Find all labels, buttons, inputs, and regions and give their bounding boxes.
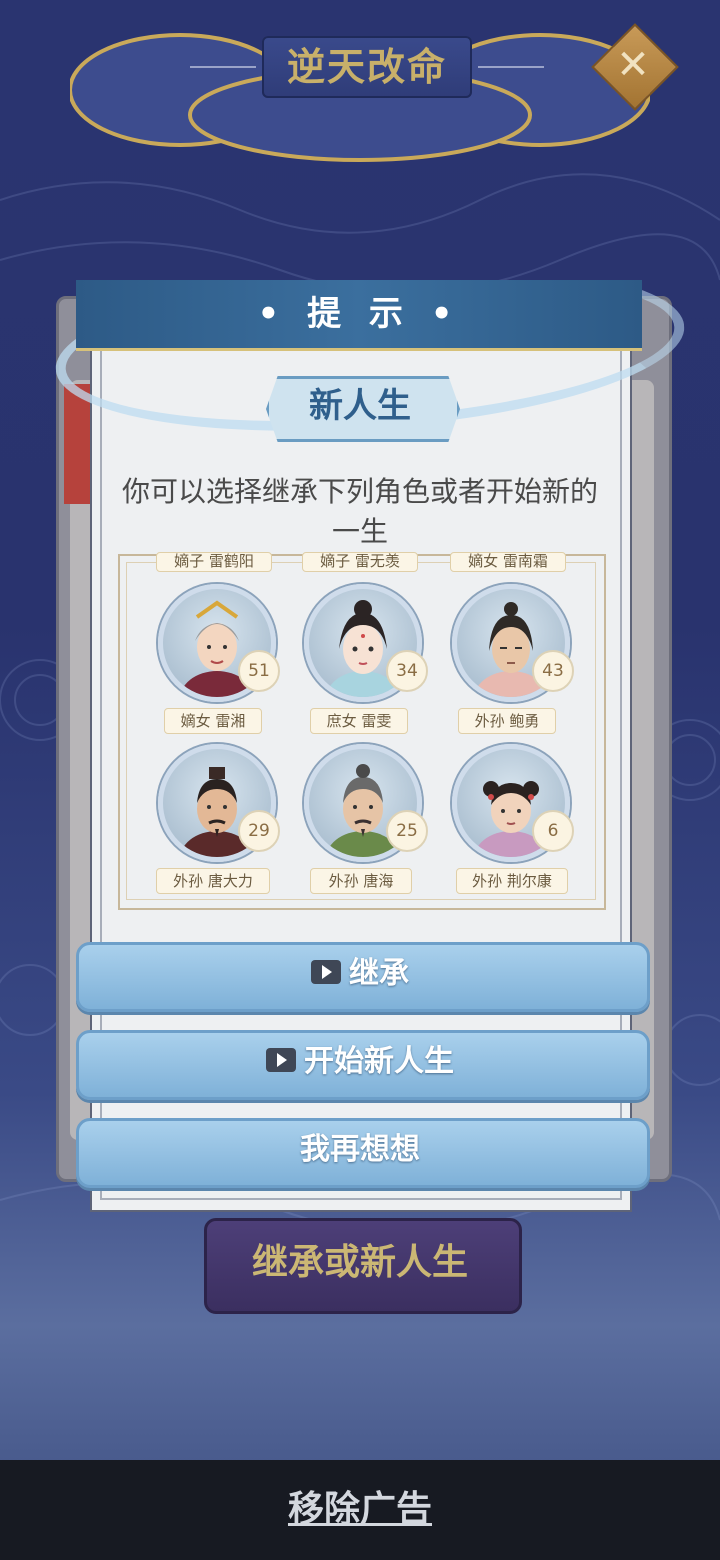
dialog-title: • 提 示 • — [257, 294, 461, 334]
new-life-tag: 新人生 — [309, 386, 411, 426]
think-again-button-label[interactable]: 我再想想 — [76, 1118, 644, 1182]
new-life-button-label[interactable]: 开始新人生 — [76, 1030, 644, 1094]
video-ad-icon — [266, 1047, 296, 1072]
close-icon[interactable]: ✕ — [604, 36, 662, 94]
character-name: 外孙 唐海 — [310, 868, 412, 894]
page-title: 逆天改命 — [286, 45, 447, 89]
character-name: 外孙 唐大力 — [156, 868, 270, 894]
remove-ads-link[interactable]: 移除广告 — [0, 1460, 720, 1560]
age-badge: 25 — [386, 810, 428, 852]
age-badge: 51 — [238, 650, 280, 692]
character-name: 外孙 鲍勇 — [458, 708, 556, 734]
age-badge: 29 — [238, 810, 280, 852]
age-badge: 43 — [532, 650, 574, 692]
age-badge: 6 — [532, 810, 574, 852]
dialog-description: 你可以选择继承下列角色或者开始新的一生 — [121, 475, 598, 548]
name-tag-partial: 嫡子 雷无羡 — [302, 552, 418, 572]
inherit-or-new-life-label[interactable]: 继承或新人生 — [204, 1218, 516, 1308]
name-tag-partial: 嫡女 雷南霜 — [450, 552, 566, 572]
title-decoration-left — [190, 66, 256, 68]
character-name: 庶女 雷雯 — [310, 708, 408, 734]
character-name: 外孙 荆尔康 — [456, 868, 568, 894]
character-name: 嫡女 雷湘 — [164, 708, 262, 734]
video-ad-icon — [311, 959, 341, 984]
name-tag-partial: 嫡子 雷鹤阳 — [156, 552, 272, 572]
inherit-button-label[interactable]: 继承 — [76, 942, 644, 1006]
age-badge: 34 — [386, 650, 428, 692]
title-decoration-right — [478, 66, 544, 68]
